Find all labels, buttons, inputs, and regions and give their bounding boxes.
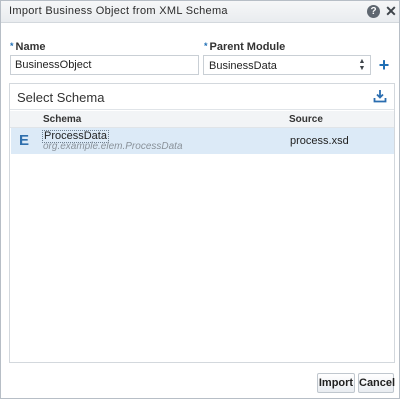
updown-arrows-icon: ▲ ▼ bbox=[358, 58, 366, 72]
name-input[interactable] bbox=[10, 55, 199, 75]
parent-module-select[interactable]: BusinessData ▲ ▼ bbox=[203, 55, 371, 75]
parent-module-label: * Parent Module bbox=[204, 41, 286, 53]
import-dialog: Import Business Object from XML Schema ?… bbox=[0, 0, 400, 399]
schema-source: process.xsd bbox=[290, 135, 349, 147]
schema-namespace: org.example.elem.ProcessData bbox=[43, 141, 183, 152]
panel-header: Select Schema bbox=[10, 84, 394, 110]
dialog-title: Import Business Object from XML Schema bbox=[9, 5, 228, 17]
import-button[interactable]: Import bbox=[317, 373, 355, 393]
parent-module-value: BusinessData bbox=[209, 60, 277, 72]
cancel-button[interactable]: Cancel bbox=[358, 373, 395, 393]
download-icon[interactable] bbox=[373, 89, 387, 103]
required-marker: * bbox=[10, 41, 14, 51]
table-row[interactable]: E ProcessData org.example.elem.ProcessDa… bbox=[11, 128, 394, 154]
table-header: Schema Source bbox=[10, 111, 394, 128]
required-marker: * bbox=[204, 41, 208, 51]
element-type-icon: E bbox=[19, 132, 30, 149]
close-icon[interactable]: ✕ bbox=[385, 4, 397, 18]
name-label: * Name bbox=[10, 41, 46, 53]
plus-icon: + bbox=[378, 55, 390, 75]
help-icon[interactable]: ? bbox=[367, 5, 380, 18]
dialog-titlebar: Import Business Object from XML Schema ?… bbox=[1, 1, 399, 23]
add-module-button[interactable]: + bbox=[376, 55, 392, 75]
panel-title: Select Schema bbox=[17, 90, 105, 105]
column-header-schema[interactable]: Schema bbox=[43, 114, 81, 125]
select-schema-panel: Select Schema Schema Source E ProcessDat… bbox=[9, 83, 395, 363]
column-header-source[interactable]: Source bbox=[289, 114, 323, 125]
